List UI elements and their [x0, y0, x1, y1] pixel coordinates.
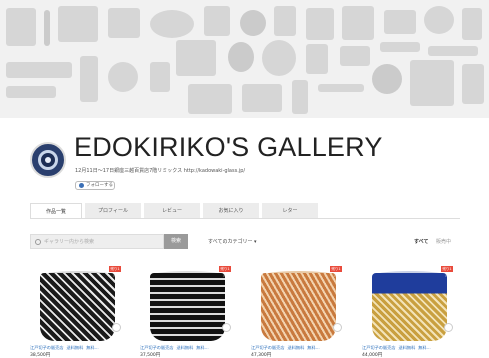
product-meta: 江戸切子の販売店 送料無料 無料...: [30, 345, 125, 351]
category-dropdown[interactable]: すべてのカテゴリー ▾: [208, 238, 257, 245]
vase-icon: [80, 56, 98, 102]
product-extra: 無料...: [418, 345, 431, 350]
tag-icon: [462, 64, 484, 104]
search-input[interactable]: ギャラリー内から検索: [30, 234, 164, 249]
shirt-icon: [176, 40, 216, 76]
product-card[interactable]: 残り1点 江戸切子の販売店 送料無料 無料... 47,300円: [251, 265, 346, 358]
ball-icon: [372, 64, 402, 94]
scissors-icon: [340, 46, 370, 66]
product-image[interactable]: [362, 265, 457, 342]
tab-bar: 作品一覧 プロフィール レビュー お気に入り レター: [30, 203, 318, 219]
cup-body: [150, 273, 225, 341]
ribbon-icon: [108, 62, 138, 92]
pen-icon: [44, 10, 50, 46]
watch-icon: [150, 62, 170, 92]
filter-on-sale[interactable]: 販売中: [436, 238, 451, 245]
brush-icon: [380, 42, 420, 52]
product-meta: 江戸切子の販売店 送料無料 無料...: [362, 345, 457, 351]
heart-icon[interactable]: [112, 323, 121, 332]
tab-letter[interactable]: レター: [262, 203, 318, 219]
heart-icon[interactable]: [444, 323, 453, 332]
sewing-machine-icon: [150, 10, 194, 38]
blocks-icon: [6, 62, 72, 78]
shop-description: 12月11日〜17日銀座三越百貨店7階リミックス http://kadowaki…: [75, 168, 246, 174]
product-price: 47,300円: [251, 353, 272, 358]
product-image[interactable]: [30, 265, 125, 342]
product-price: 38,500円: [30, 353, 51, 358]
book-icon: [6, 8, 36, 46]
product-meta: 江戸切子の販売店 送料無料 無料...: [140, 345, 235, 351]
follow-icon: [79, 183, 84, 188]
tab-divider: [30, 218, 460, 219]
bag-icon: [274, 6, 296, 36]
avatar-core: [45, 157, 51, 163]
bib-icon: [228, 42, 254, 72]
plate-icon: [424, 6, 454, 34]
follow-button[interactable]: フォローする: [75, 181, 115, 190]
product-image[interactable]: [251, 265, 346, 342]
product-shop[interactable]: 江戸切子の販売店: [30, 345, 64, 351]
ruler-icon: [428, 46, 478, 56]
cup-body: [40, 273, 115, 341]
product-card[interactable]: 残り1点 江戸切子の販売店 送料無料 無料... 44,000円: [362, 265, 457, 358]
cup-body: [261, 273, 336, 341]
shop-avatar[interactable]: [30, 142, 66, 178]
comb-icon: [6, 86, 56, 98]
product-extra: 無料...: [196, 345, 209, 350]
heart-icon[interactable]: [222, 323, 231, 332]
palette-icon: [384, 10, 416, 34]
tab-favorites[interactable]: お気に入り: [203, 203, 259, 219]
spoon-icon: [318, 84, 364, 92]
tablet-icon: [108, 8, 140, 38]
product-card[interactable]: 残り1点 江戸切子の販売店 送料無料 無料... 37,500円: [140, 265, 235, 358]
product-price: 37,500円: [140, 353, 161, 358]
page-title: EDOKIRIKO'S GALLERY: [74, 132, 383, 162]
tab-works[interactable]: 作品一覧: [30, 203, 82, 219]
follow-label: フォローする: [86, 183, 113, 188]
filter-all[interactable]: すべて: [414, 238, 428, 245]
cup-icon: [240, 10, 266, 36]
product-shop[interactable]: 江戸切子の販売店: [362, 345, 396, 351]
plant-icon: [292, 80, 308, 114]
product-extra: 無料...: [86, 345, 99, 350]
search-icon: [35, 238, 41, 245]
stock-badge: 残り1点: [330, 266, 342, 277]
product-shop[interactable]: 江戸切子の販売店: [140, 345, 174, 351]
search-button[interactable]: 検索: [164, 234, 188, 249]
keyboard-icon: [342, 6, 374, 40]
calendar-icon: [306, 8, 334, 40]
tab-profile[interactable]: プロフィール: [85, 203, 141, 219]
product-meta: 江戸切子の販売店 送料無料 無料...: [251, 345, 346, 351]
product-shipping: 送料無料: [398, 345, 416, 350]
header-banner: [0, 0, 489, 118]
jar-icon: [306, 44, 328, 74]
stock-badge: 残り1点: [441, 266, 453, 277]
product-shipping: 送料無料: [66, 345, 84, 350]
search-placeholder: ギャラリー内から検索: [44, 239, 95, 245]
cup-body: [372, 273, 447, 341]
product-image[interactable]: [140, 265, 235, 342]
notebook-icon: [58, 6, 98, 42]
bear-icon: [262, 40, 296, 76]
bottle-icon: [462, 8, 482, 40]
box-icon: [204, 6, 230, 36]
product-shipping: 送料無料: [287, 345, 305, 350]
product-extra: 無料...: [307, 345, 320, 350]
stock-badge: 残り1点: [109, 266, 121, 277]
product-shipping: 送料無料: [176, 345, 194, 350]
product-shop[interactable]: 江戸切子の販売店: [251, 345, 285, 351]
stock-badge: 残り1点: [219, 266, 231, 277]
sweater-icon: [410, 60, 454, 106]
heart-icon[interactable]: [333, 323, 342, 332]
frame-icon: [242, 84, 282, 112]
product-price: 44,000円: [362, 353, 383, 358]
clothes-icon: [188, 84, 232, 114]
tab-reviews[interactable]: レビュー: [144, 203, 200, 219]
product-card[interactable]: 残り1点 江戸切子の販売店 送料無料 無料... 38,500円: [30, 265, 125, 358]
